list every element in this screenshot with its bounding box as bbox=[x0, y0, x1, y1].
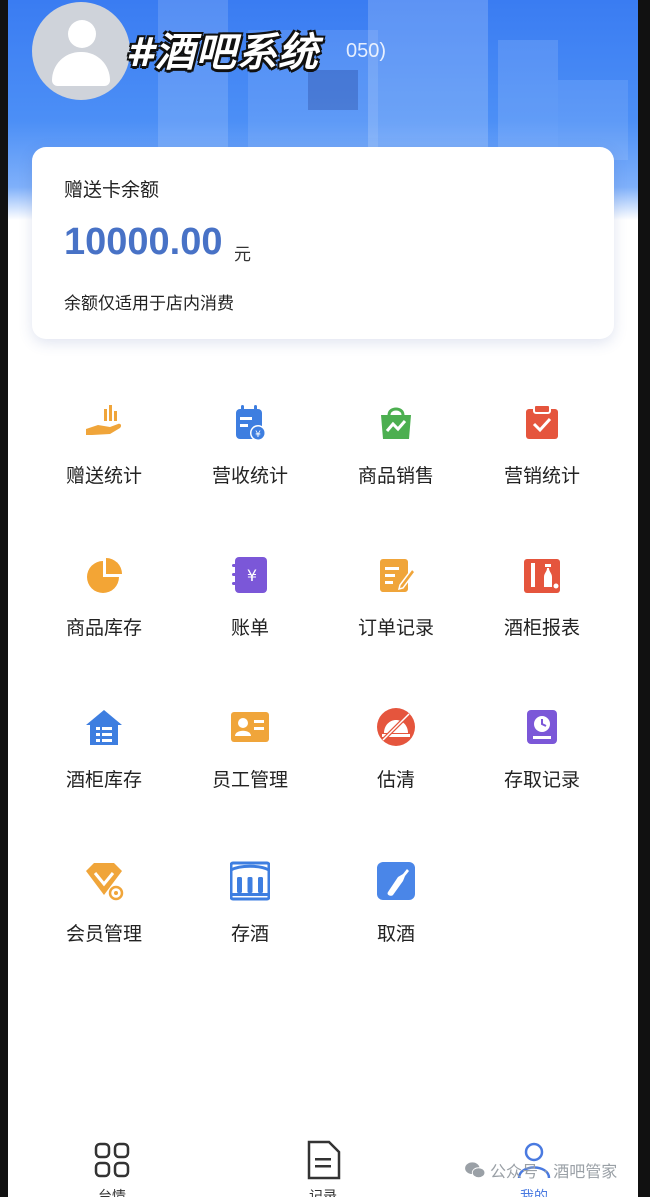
menu-item-label: 账单 bbox=[230, 617, 269, 639]
balance-label: 赠送卡余额 bbox=[64, 179, 160, 201]
svg-text:¥: ¥ bbox=[247, 566, 257, 585]
menu-item-label: 商品库存 bbox=[65, 617, 142, 639]
menu-item-label: 员工管理 bbox=[211, 769, 288, 791]
calendar-yen-icon: ¥ bbox=[236, 405, 266, 441]
menu-item-label: 存取记录 bbox=[503, 769, 580, 791]
menu-item-label: 营销统计 bbox=[503, 465, 580, 487]
menu-item-label: 取酒 bbox=[376, 923, 415, 945]
menu-item-label: 营收统计 bbox=[211, 465, 288, 487]
diamond-badge-icon bbox=[86, 863, 124, 901]
menu-item-label: 酒柜库存 bbox=[65, 769, 142, 791]
menu-item-label: 估清 bbox=[376, 769, 415, 791]
menu-item-label: 会员管理 bbox=[65, 923, 142, 945]
screen-edge-left bbox=[0, 0, 8, 1197]
clipboard-check-icon bbox=[526, 404, 558, 439]
balance-card: 赠送卡余额 10000.00 元 余额仅适用于店内消费 bbox=[32, 147, 614, 339]
wine-cabinet-icon bbox=[524, 559, 560, 593]
profile-screen: #酒吧系统 050) 赠送卡余额 10000.00 元 余额仅适用于店内消费 赠… bbox=[8, 0, 638, 1197]
notepad-pencil-icon bbox=[380, 559, 416, 592]
avatar[interactable] bbox=[32, 2, 130, 100]
tab-records[interactable]: 记录 bbox=[263, 1140, 383, 1197]
menu-item-label: 存酒 bbox=[230, 923, 269, 945]
watermark: 公众号 · 酒吧管家 bbox=[464, 1158, 617, 1182]
screen-edge-right bbox=[638, 0, 650, 1197]
shopping-bag-icon bbox=[381, 407, 411, 439]
menu-item-label: 赠送统计 bbox=[65, 465, 142, 487]
yen-notebook-icon: ¥ bbox=[232, 557, 267, 593]
id-card-icon bbox=[231, 712, 269, 742]
menu-item-label: 订单记录 bbox=[357, 617, 434, 639]
tab-tables[interactable]: 台情 bbox=[52, 1140, 172, 1197]
bottle-rack-icon bbox=[230, 861, 270, 901]
tab-label: 台情 bbox=[98, 1189, 126, 1197]
balance-amount: 10000.00 bbox=[64, 221, 223, 263]
document-icon bbox=[307, 1140, 341, 1180]
watermark-text: 公众号 · 酒吧管家 bbox=[490, 1162, 618, 1181]
account-number: 050) bbox=[346, 40, 387, 62]
clock-card-icon bbox=[527, 710, 557, 744]
no-dish-icon bbox=[377, 708, 415, 746]
tab-label: 我的 bbox=[520, 1189, 548, 1197]
svg-text:¥: ¥ bbox=[255, 430, 261, 440]
balance-note: 余额仅适用于店内消费 bbox=[64, 294, 234, 314]
app-title: #酒吧系统 bbox=[126, 30, 319, 76]
menu-item-label: 酒柜报表 bbox=[503, 617, 580, 639]
tab-label: 记录 bbox=[309, 1189, 337, 1197]
balance-unit: 元 bbox=[234, 245, 251, 265]
hand-bars-icon bbox=[86, 405, 122, 435]
wechat-icon bbox=[465, 1162, 486, 1179]
house-list-icon bbox=[86, 710, 122, 745]
bottle-out-icon bbox=[377, 862, 415, 900]
menu-item-label: 商品销售 bbox=[357, 465, 434, 487]
grid-icon bbox=[94, 1142, 130, 1178]
pie-chart-icon bbox=[87, 558, 122, 593]
